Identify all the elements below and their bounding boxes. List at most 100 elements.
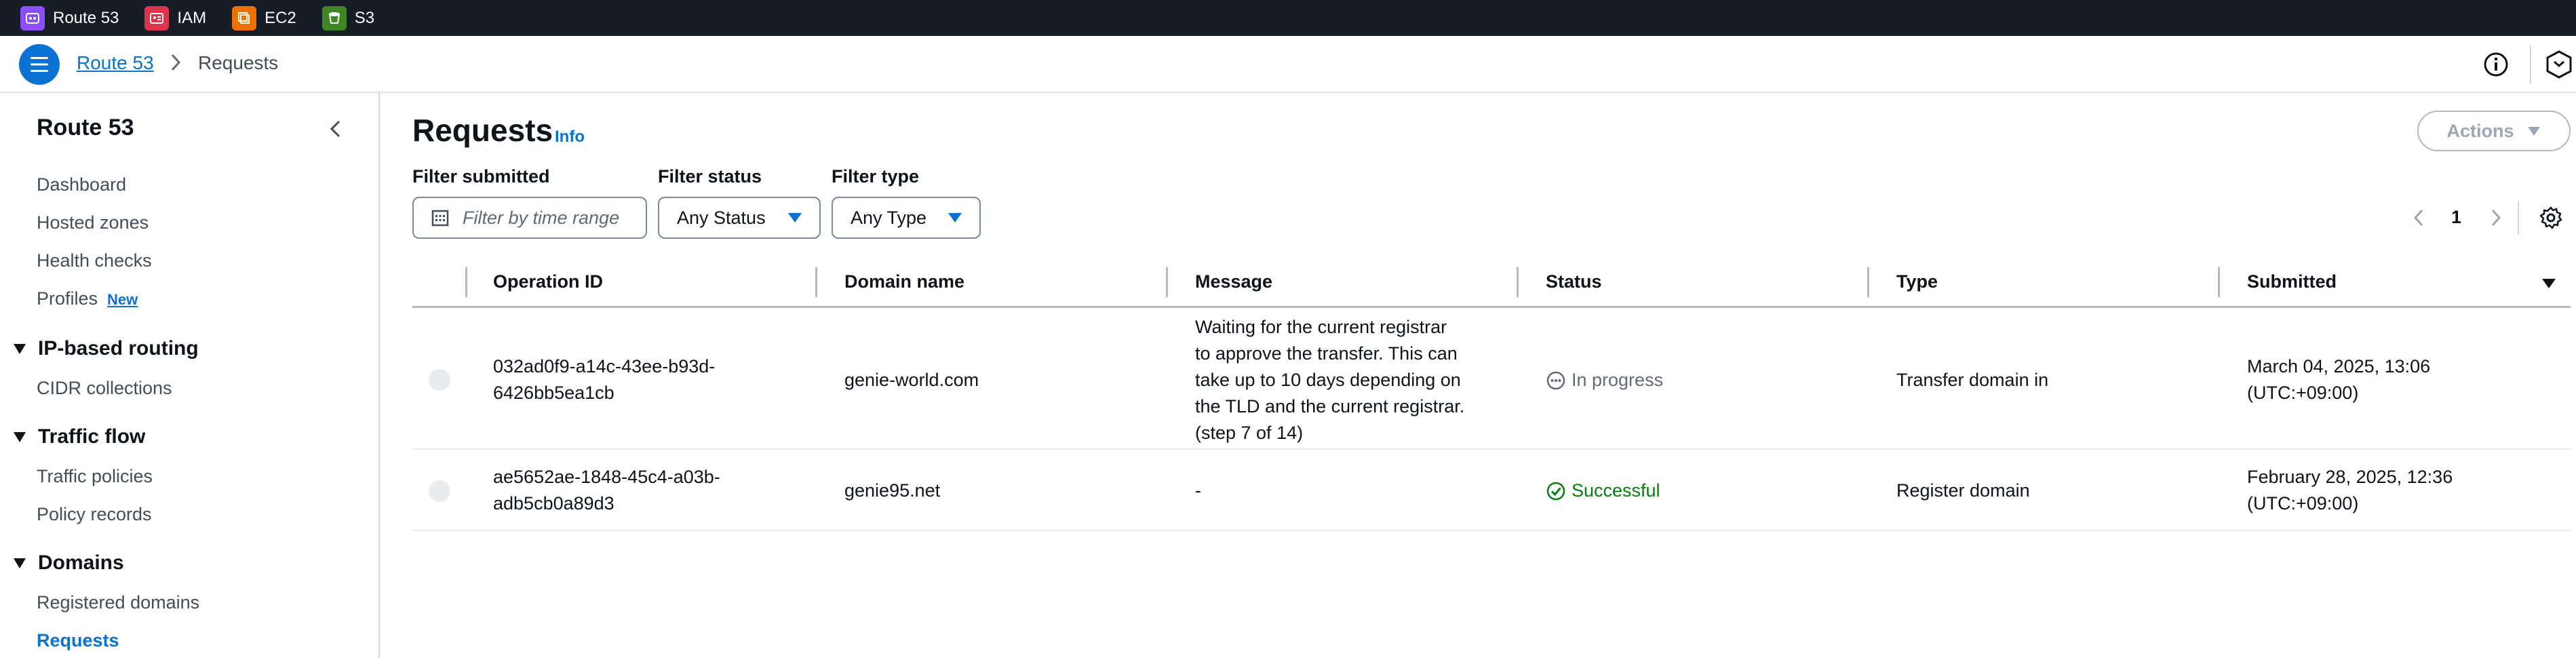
service-label: IAM xyxy=(177,8,207,27)
services-bar: Route 53 IAM EC2 S3 xyxy=(0,0,2576,36)
breadcrumb-current: Requests xyxy=(198,52,279,73)
column-submitted[interactable]: Submitted xyxy=(2247,271,2337,292)
operation-id-line: 032ad0f9-a14c-43ee-b93d- xyxy=(493,356,716,376)
caret-down-icon xyxy=(14,558,26,568)
calendar-icon xyxy=(431,210,449,227)
filter-type-select[interactable]: Any Type xyxy=(832,197,981,239)
column-status[interactable]: Status xyxy=(1546,271,1602,292)
sidebar-section-traffic-flow[interactable]: Traffic flow xyxy=(12,425,145,448)
column-divider[interactable] xyxy=(815,267,817,297)
message-line: Waiting for the current registrar xyxy=(1195,317,1447,337)
submitted-line: March 04, 2025, 13:06 xyxy=(2247,356,2431,376)
gear-icon[interactable] xyxy=(2539,206,2562,229)
table-header: Operation ID Domain name Message Status … xyxy=(412,258,2571,308)
message-line: (step 7 of 14) xyxy=(1195,423,1304,443)
submitted-line: (UTC:+09:00) xyxy=(2247,383,2359,403)
status-badge: Successful xyxy=(1546,478,1660,504)
caret-down-icon xyxy=(948,213,962,222)
column-divider[interactable] xyxy=(1517,267,1519,297)
sidebar-item-hosted-zones[interactable]: Hosted zones xyxy=(37,212,149,233)
column-divider xyxy=(465,267,467,297)
filter-type-label: Filter type xyxy=(832,166,920,187)
submitted-line: (UTC:+09:00) xyxy=(2247,493,2359,514)
route53-icon xyxy=(20,5,45,31)
type-cell: Transfer domain in xyxy=(1896,370,2049,390)
page-number[interactable]: 1 xyxy=(2451,207,2461,228)
submitted-cell: February 28, 2025, 12:36 (UTC:+09:00) xyxy=(2247,464,2453,517)
filter-status-value: Any Status xyxy=(677,207,766,228)
section-label: Domains xyxy=(38,551,124,574)
sidebar-section-domains[interactable]: Domains xyxy=(12,551,124,575)
hexagon-settings-icon[interactable] xyxy=(2545,50,2573,79)
submitted-line: February 28, 2025, 12:36 xyxy=(2247,467,2453,487)
service-ec2[interactable]: EC2 xyxy=(232,5,296,31)
service-label: S3 xyxy=(354,8,375,27)
sidebar-item-policy-records[interactable]: Policy records xyxy=(37,504,152,525)
sidebar-item-traffic-policies[interactable]: Traffic policies xyxy=(37,466,153,487)
sidebar-section-ip-routing[interactable]: IP-based routing xyxy=(12,337,199,360)
row-select-radio[interactable] xyxy=(429,480,450,502)
sidebar-title: Route 53 xyxy=(37,115,134,140)
message-cell: - xyxy=(1195,480,1201,501)
ec2-icon xyxy=(232,5,257,31)
section-label: IP-based routing xyxy=(38,337,199,360)
status-badge: In progress xyxy=(1546,367,1663,393)
chevron-left-icon[interactable] xyxy=(326,117,346,140)
column-divider[interactable] xyxy=(1867,267,1869,297)
chevron-right-icon xyxy=(171,54,181,71)
sidebar-item-requests[interactable]: Requests xyxy=(37,630,119,651)
actions-button[interactable]: Actions xyxy=(2417,111,2571,151)
iam-icon xyxy=(144,5,170,31)
domain-name-cell: genie-world.com xyxy=(844,370,979,390)
sidebar-item-label: Profiles xyxy=(37,288,98,309)
caret-down-icon xyxy=(788,213,802,222)
menu-button[interactable] xyxy=(19,44,60,85)
table-row[interactable]: 032ad0f9-a14c-43ee-b93d- 6426bb5ea1cb ge… xyxy=(412,310,2571,450)
service-label: Route 53 xyxy=(53,8,119,27)
column-operation-id[interactable]: Operation ID xyxy=(493,271,603,292)
column-divider[interactable] xyxy=(2218,267,2220,297)
sort-descending-icon[interactable] xyxy=(2541,277,2557,290)
operation-id-cell: 032ad0f9-a14c-43ee-b93d- 6426bb5ea1cb xyxy=(493,353,715,406)
table-row[interactable]: ae5652ae-1848-45c4-a03b- adb5cb0a89d3 ge… xyxy=(412,450,2571,531)
column-message[interactable]: Message xyxy=(1195,271,1272,292)
info-link[interactable]: Info xyxy=(555,128,585,147)
sidebar: Route 53 Dashboard Hosted zones Health c… xyxy=(0,93,380,658)
column-divider[interactable] xyxy=(1166,267,1168,297)
column-domain-name[interactable]: Domain name xyxy=(844,271,964,292)
caret-down-icon xyxy=(14,432,26,442)
chevron-left-icon[interactable] xyxy=(2412,208,2425,228)
filter-type-value: Any Type xyxy=(851,207,927,228)
sidebar-item-profiles[interactable]: Profiles New xyxy=(37,288,138,309)
chevron-right-icon[interactable] xyxy=(2489,208,2503,228)
info-icon[interactable] xyxy=(2482,51,2510,78)
caret-down-icon xyxy=(2527,127,2540,136)
submitted-cell: March 04, 2025, 13:06 (UTC:+09:00) xyxy=(2247,353,2430,406)
sidebar-item-cidr-collections[interactable]: CIDR collections xyxy=(37,378,172,399)
filter-status-select[interactable]: Any Status xyxy=(658,197,821,239)
service-iam[interactable]: IAM xyxy=(144,5,207,31)
column-type[interactable]: Type xyxy=(1896,271,1938,292)
message-line: take up to 10 days depending on xyxy=(1195,370,1461,390)
operation-id-line: 6426bb5ea1cb xyxy=(493,383,614,403)
status-text: In progress xyxy=(1572,370,1664,390)
new-badge: New xyxy=(107,291,138,308)
service-label: EC2 xyxy=(265,8,296,27)
actions-label: Actions xyxy=(2446,120,2514,141)
row-select-radio[interactable] xyxy=(429,369,450,391)
sidebar-item-dashboard[interactable]: Dashboard xyxy=(37,174,126,195)
operation-id-line: adb5cb0a89d3 xyxy=(493,493,614,514)
success-check-icon xyxy=(1546,482,1565,500)
operation-id-cell: ae5652ae-1848-45c4-a03b- adb5cb0a89d3 xyxy=(493,464,720,517)
section-label: Traffic flow xyxy=(38,425,146,448)
sidebar-item-registered-domains[interactable]: Registered domains xyxy=(37,592,199,613)
filter-submitted-label: Filter submitted xyxy=(412,166,550,187)
filter-time-range-input[interactable]: Filter by time range xyxy=(412,197,647,239)
sidebar-item-health-checks[interactable]: Health checks xyxy=(37,250,152,271)
service-route53[interactable]: Route 53 xyxy=(20,5,119,31)
type-cell: Register domain xyxy=(1896,480,2030,501)
breadcrumb-route53-link[interactable]: Route 53 xyxy=(77,52,154,74)
breadcrumb-bar: Route 53 Requests xyxy=(0,36,2576,93)
service-s3[interactable]: S3 xyxy=(321,5,375,31)
status-text: Successful xyxy=(1572,480,1660,501)
